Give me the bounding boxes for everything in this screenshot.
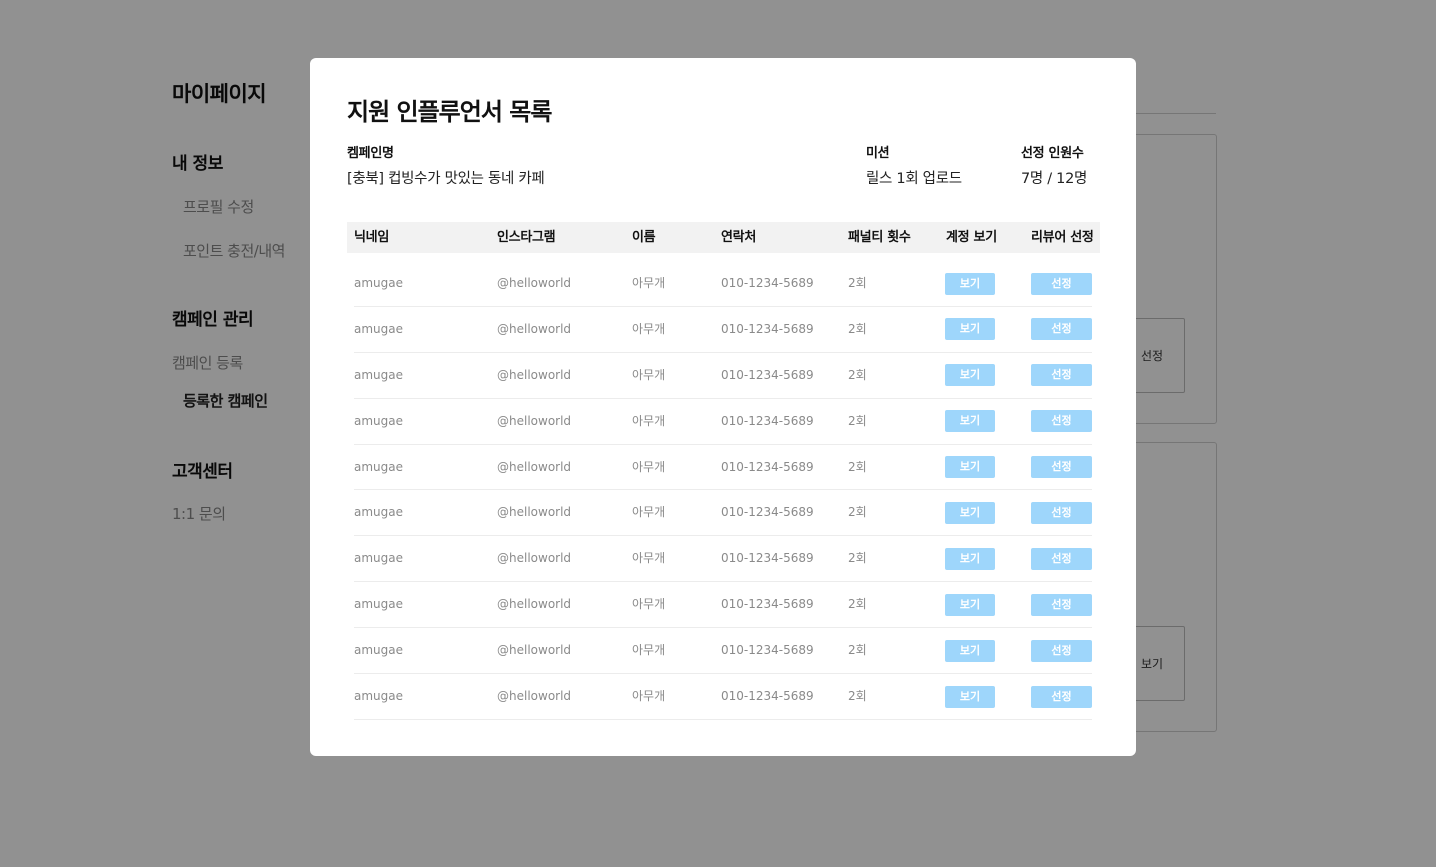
cell-name: 아무개: [632, 367, 666, 382]
select-reviewer-button[interactable]: 선정: [1031, 410, 1092, 433]
select-reviewer-button[interactable]: 선정: [1031, 456, 1092, 479]
view-account-button[interactable]: 보기: [945, 639, 995, 662]
table-row: amugae @helloworld 아무개 010-1234-5689 2회 보기 선정: [354, 628, 1092, 675]
cell-instagram: @helloworld: [497, 505, 572, 520]
cell-name: 아무개: [632, 276, 666, 290]
cell-nickname: amugae: [354, 597, 404, 612]
cell-contact: 010-1234-5689: [721, 643, 814, 658]
view-account-button[interactable]: 보기: [945, 685, 995, 708]
cell-nickname: amugae: [354, 413, 404, 428]
header-nickname: 닉네임: [354, 230, 389, 245]
cell-nickname: amugae: [354, 276, 404, 290]
cell-instagram: @helloworld: [497, 321, 572, 336]
header-account-view: 계정 보기: [946, 230, 997, 245]
cell-penalty: 2회: [848, 367, 867, 382]
cell-contact: 010-1234-5689: [721, 505, 814, 520]
campaign-name-label: 켐페인명: [347, 146, 394, 161]
cell-name: 아무개: [632, 551, 666, 566]
table-body: amugae @helloworld 아무개 010-1234-5689 2회 보기 선정 a…: [347, 253, 1100, 720]
cell-instagram: @helloworld: [497, 643, 572, 658]
cell-penalty: 2회: [848, 551, 867, 566]
cell-nickname: amugae: [354, 367, 404, 382]
view-account-button[interactable]: 보기: [945, 501, 995, 524]
table-row: amugae @helloworld 아무개 010-1234-5689 2회 보기 선정: [354, 490, 1092, 537]
cell-name: 아무개: [632, 643, 666, 658]
select-reviewer-button[interactable]: 선정: [1031, 685, 1092, 708]
cell-name: 아무개: [632, 689, 666, 704]
cell-nickname: amugae: [354, 459, 404, 474]
cell-instagram: @helloworld: [497, 367, 572, 382]
modal-title: 지원 인플루언서 목록: [347, 98, 552, 126]
header-name: 이름: [632, 230, 656, 245]
cell-instagram: @helloworld: [497, 597, 572, 612]
cell-penalty: 2회: [848, 321, 867, 336]
cell-penalty: 2회: [848, 597, 867, 612]
applicant-table: 닉네임 인스타그램 이름 연락처 패널티 횟수 계정 보기 리뷰어 선정 amu…: [347, 222, 1100, 720]
cell-contact: 010-1234-5689: [721, 551, 814, 566]
view-account-button[interactable]: 보기: [945, 318, 995, 341]
cell-penalty: 2회: [848, 689, 867, 704]
view-account-button[interactable]: 보기: [945, 272, 995, 295]
select-reviewer-button[interactable]: 선정: [1031, 318, 1092, 341]
cell-instagram: @helloworld: [497, 689, 572, 704]
cell-penalty: 2회: [848, 505, 867, 520]
header-instagram: 인스타그램: [497, 230, 556, 245]
cell-name: 아무개: [632, 597, 666, 612]
header-penalty: 패널티 횟수: [848, 230, 911, 245]
table-row: amugae @helloworld 아무개 010-1234-5689 2회 보기 선정: [354, 307, 1092, 353]
selected-count-label: 선정 인원수: [1021, 146, 1084, 161]
cell-contact: 010-1234-5689: [721, 597, 814, 612]
view-account-button[interactable]: 보기: [945, 410, 995, 433]
cell-penalty: 2회: [848, 413, 867, 428]
table-row: amugae @helloworld 아무개 010-1234-5689 2회 보기 선정: [354, 399, 1092, 445]
cell-nickname: amugae: [354, 689, 404, 704]
cell-nickname: amugae: [354, 551, 404, 566]
cell-nickname: amugae: [354, 505, 404, 520]
select-reviewer-button[interactable]: 선정: [1031, 547, 1092, 570]
table-row: amugae @helloworld 아무개 010-1234-5689 2회 보기 선정: [354, 445, 1092, 491]
cell-contact: 010-1234-5689: [721, 276, 814, 290]
cell-name: 아무개: [632, 505, 666, 520]
cell-name: 아무개: [632, 459, 666, 474]
table-row: amugae @helloworld 아무개 010-1234-5689 2회 보기 선정: [354, 261, 1092, 307]
header-contact: 연락처: [721, 230, 756, 245]
cell-penalty: 2회: [848, 643, 867, 658]
cell-contact: 010-1234-5689: [721, 413, 814, 428]
cell-instagram: @helloworld: [497, 551, 572, 566]
table-header: 닉네임 인스타그램 이름 연락처 패널티 횟수 계정 보기 리뷰어 선정: [347, 222, 1100, 253]
cell-contact: 010-1234-5689: [721, 689, 814, 704]
view-account-button[interactable]: 보기: [945, 547, 995, 570]
table-row: amugae @helloworld 아무개 010-1234-5689 2회 보기 선정: [354, 353, 1092, 399]
campaign-name-value: [충북] 컵빙수가 맛있는 동네 카페: [347, 171, 545, 187]
table-row: amugae @helloworld 아무개 010-1234-5689 2회 보기 선정: [354, 582, 1092, 629]
cell-name: 아무개: [632, 321, 666, 336]
cell-contact: 010-1234-5689: [721, 321, 814, 336]
cell-contact: 010-1234-5689: [721, 459, 814, 474]
table-row: amugae @helloworld 아무개 010-1234-5689 2회 보기 선정: [354, 536, 1092, 583]
select-reviewer-button[interactable]: 선정: [1031, 272, 1092, 295]
table-row: amugae @helloworld 아무개 010-1234-5689 2회 보기 선정: [354, 674, 1092, 720]
select-reviewer-button[interactable]: 선정: [1031, 593, 1092, 616]
cell-instagram: @helloworld: [497, 276, 572, 290]
cell-instagram: @helloworld: [497, 459, 572, 474]
select-reviewer-button[interactable]: 선정: [1031, 639, 1092, 662]
selected-count-value: 7명 / 12명: [1021, 171, 1088, 187]
mission-value: 릴스 1회 업로드: [866, 171, 962, 187]
cell-nickname: amugae: [354, 643, 404, 658]
cell-name: 아무개: [632, 413, 666, 428]
view-account-button[interactable]: 보기: [945, 364, 995, 387]
header-reviewer-select: 리뷰어 선정: [1031, 230, 1094, 245]
mission-label: 미션: [866, 146, 890, 161]
view-account-button[interactable]: 보기: [945, 593, 995, 616]
cell-penalty: 2회: [848, 459, 867, 474]
cell-instagram: @helloworld: [497, 413, 572, 428]
select-reviewer-button[interactable]: 선정: [1031, 364, 1092, 387]
view-account-button[interactable]: 보기: [945, 456, 995, 479]
cell-contact: 010-1234-5689: [721, 367, 814, 382]
cell-penalty: 2회: [848, 276, 867, 290]
select-reviewer-button[interactable]: 선정: [1031, 501, 1092, 524]
applicant-list-modal: 지원 인플루언서 목록 켐페인명 [충북] 컵빙수가 맛있는 동네 카페 미션 …: [310, 58, 1136, 756]
cell-nickname: amugae: [354, 321, 404, 336]
